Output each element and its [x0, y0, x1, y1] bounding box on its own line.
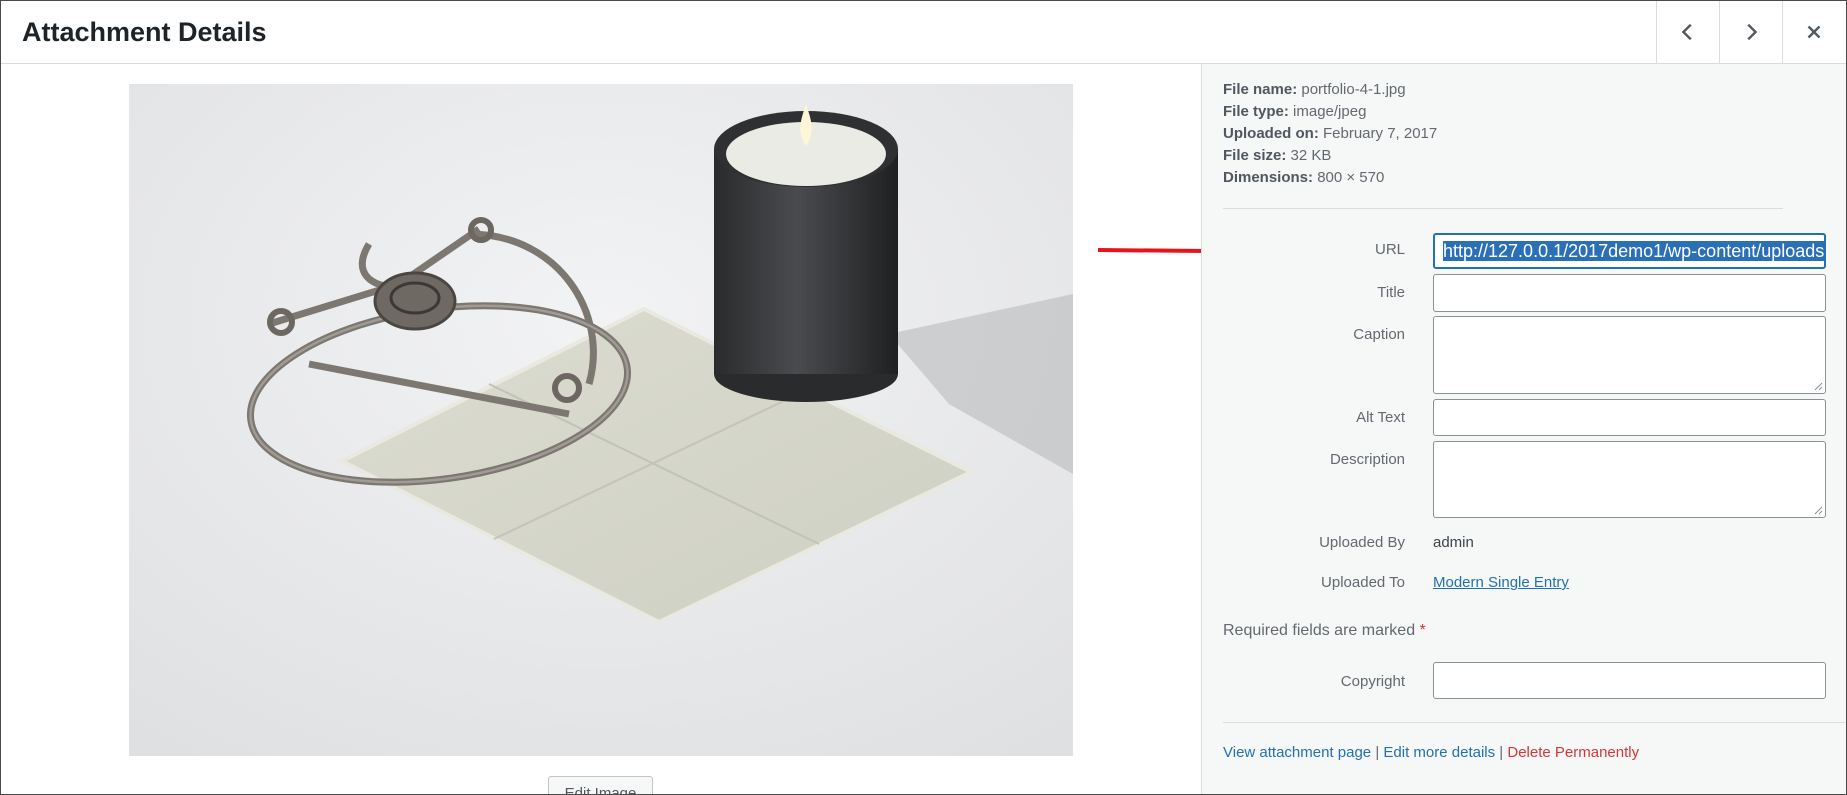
file-info: File name: portfolio-4-1.jpg File type: … [1223, 79, 1437, 189]
edit-more-details-link[interactable]: Edit more details [1383, 744, 1495, 761]
description-field[interactable] [1433, 441, 1826, 518]
required-fields-note: Required fields are marked * [1223, 622, 1426, 639]
next-attachment-button[interactable] [1719, 1, 1782, 63]
url-value: http://127.0.0.1/2017demo1/wp-content/up… [1443, 241, 1824, 261]
uploaded-by-label: Uploaded By [1319, 534, 1405, 551]
uploaded-to-label: Uploaded To [1321, 574, 1405, 591]
modal-title: Attachment Details [22, 17, 267, 47]
attachment-preview-image [129, 84, 1073, 756]
file-size-row: File size: 32 KB [1223, 147, 1332, 164]
modal-header: Attachment Details [1, 1, 1846, 64]
file-name-row: File name: portfolio-4-1.jpg [1223, 81, 1406, 98]
file-size: 32 KB [1290, 147, 1332, 164]
title-field[interactable] [1433, 274, 1826, 312]
file-type-row: File type: image/jpeg [1223, 103, 1367, 120]
edit-image-button[interactable]: Edit Image [548, 776, 653, 794]
description-label: Description [1329, 451, 1405, 468]
divider [1223, 208, 1783, 209]
chevron-right-icon [1747, 23, 1758, 41]
dimensions: 800 × 570 [1317, 169, 1385, 186]
separator: | [1499, 744, 1504, 761]
previous-attachment-button[interactable] [1656, 1, 1719, 63]
url-field[interactable]: http://127.0.0.1/2017demo1/wp-content/up… [1433, 233, 1826, 269]
url-label: URL [1374, 241, 1405, 258]
uploaded-to-link[interactable]: Modern Single Entry [1433, 574, 1569, 591]
alt-text-field[interactable] [1433, 399, 1826, 436]
close-modal-button[interactable] [1782, 1, 1845, 63]
title-label: Title [1377, 284, 1405, 301]
caption-label: Caption [1353, 326, 1405, 343]
attachment-media-view: Edit Image [1, 64, 1201, 794]
resize-grip-icon[interactable] [1814, 506, 1823, 515]
dimensions-row: Dimensions: 800 × 570 [1223, 169, 1385, 186]
caption-field[interactable] [1433, 316, 1826, 394]
attachment-details-modal: Attachment Details Edit Image File name:… [0, 0, 1847, 795]
divider [1223, 722, 1845, 723]
separator: | [1375, 744, 1380, 761]
alt-text-label: Alt Text [1356, 409, 1405, 426]
file-type: image/jpeg [1293, 103, 1367, 120]
close-icon [1807, 25, 1821, 39]
resize-grip-icon[interactable] [1814, 382, 1823, 391]
chevron-left-icon [1681, 23, 1692, 41]
copyright-label: Copyright [1340, 673, 1405, 690]
delete-permanently-link[interactable]: Delete Permanently [1507, 744, 1639, 761]
uploaded-by-value: admin [1433, 534, 1474, 551]
copyright-field[interactable] [1433, 662, 1826, 699]
attachment-actions: View attachment page | Edit more details… [1223, 744, 1639, 761]
uploaded-on: February 7, 2017 [1323, 125, 1438, 142]
view-attachment-page-link[interactable]: View attachment page [1223, 744, 1371, 761]
uploaded-on-row: Uploaded on: February 7, 2017 [1223, 125, 1438, 142]
required-star: * [1419, 622, 1426, 639]
attachment-details-sidebar: File name: portfolio-4-1.jpg File type: … [1201, 64, 1846, 794]
file-name: portfolio-4-1.jpg [1301, 81, 1406, 98]
